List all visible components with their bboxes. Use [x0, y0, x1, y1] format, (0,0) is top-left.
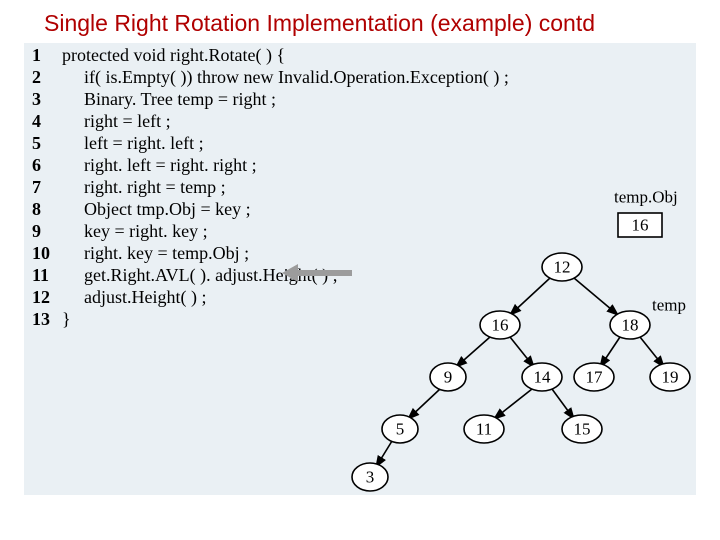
code-text: adjust.Height( ) ; — [84, 287, 206, 307]
line-number: 3 — [32, 89, 60, 110]
code-panel: 1protected void right.Rotate( ) { 2 if( i… — [24, 43, 696, 495]
code-text: protected void right.Rotate( ) { — [62, 45, 285, 65]
line-number: 9 — [32, 221, 60, 242]
code-text: if( is.Empty( )) throw new Invalid.Opera… — [84, 67, 509, 87]
line-number: 4 — [32, 111, 60, 132]
node-value: 5 — [396, 420, 405, 439]
node-value: 9 — [444, 368, 453, 387]
node-value: 3 — [366, 468, 375, 487]
node-value: 15 — [574, 420, 591, 439]
line-number: 2 — [32, 67, 60, 88]
line-number: 8 — [32, 199, 60, 220]
node-value: 19 — [662, 368, 679, 387]
node-value: 14 — [534, 368, 552, 387]
code-text: right = left ; — [84, 111, 171, 131]
label-temp: temp — [652, 296, 686, 315]
code-text: left = right. left ; — [84, 133, 204, 153]
node-value: 11 — [476, 420, 492, 439]
code-text: key = right. key ; — [84, 221, 208, 241]
code-text: Object tmp.Obj = key ; — [84, 199, 251, 219]
line-number: 12 — [32, 287, 60, 308]
code-text: right. left = right. right ; — [84, 155, 257, 175]
code-text: } — [62, 309, 71, 329]
line-number: 7 — [32, 177, 60, 198]
line-number: 5 — [32, 133, 60, 154]
line-number: 1 — [32, 45, 60, 66]
line-number: 11 — [32, 265, 60, 286]
label-tempobj: temp.Obj — [614, 188, 678, 207]
node-value: 16 — [492, 316, 509, 335]
node-value: 17 — [586, 368, 604, 387]
code-text: right. right = temp ; — [84, 177, 226, 197]
node-value: 18 — [622, 316, 639, 335]
line-number: 13 — [32, 309, 60, 330]
code-text: right. key = temp.Obj ; — [84, 243, 249, 263]
page-title: Single Right Rotation Implementation (ex… — [0, 0, 720, 43]
code-text: Binary. Tree temp = right ; — [84, 89, 276, 109]
tree-diagram: temp.Obj temp 16 12 16 18 9 14 17 19 — [332, 165, 692, 495]
line-number: 10 — [32, 243, 60, 264]
node-value: 12 — [554, 258, 571, 277]
node-value: 16 — [632, 216, 649, 235]
line-number: 6 — [32, 155, 60, 176]
